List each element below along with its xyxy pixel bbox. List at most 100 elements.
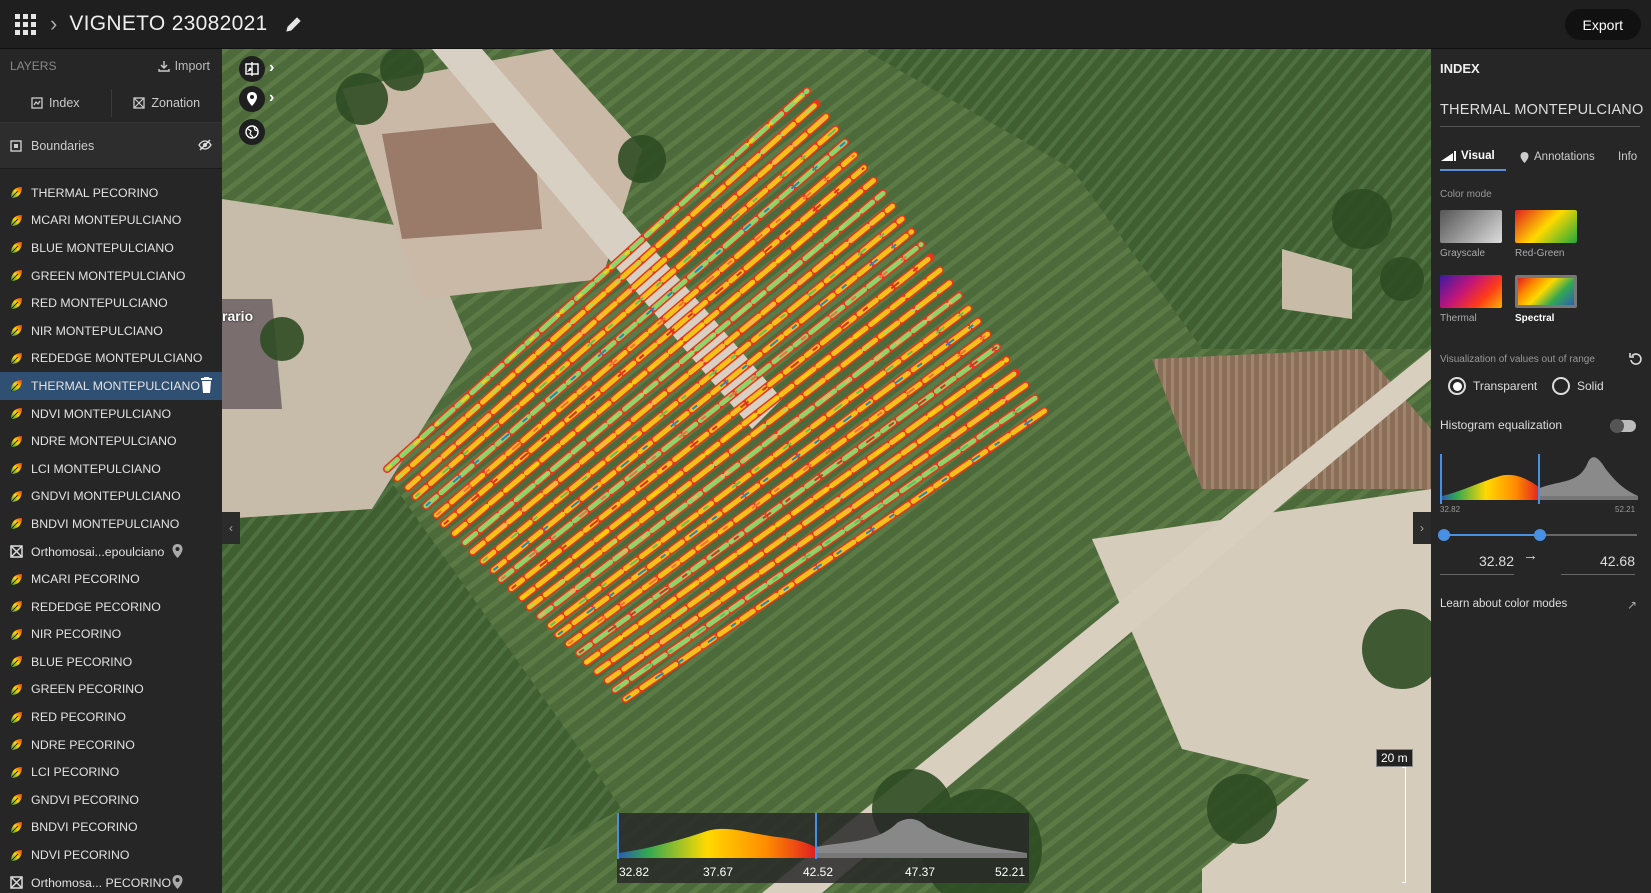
- color-mode-grayscale[interactable]: [1440, 210, 1502, 243]
- boundaries-layer[interactable]: Boundaries: [0, 123, 222, 169]
- pencil-icon[interactable]: [284, 14, 304, 34]
- compare-chevron-icon[interactable]: ›: [269, 59, 274, 77]
- radio-transparent[interactable]: Transparent: [1448, 377, 1537, 395]
- map-view[interactable]: › › rario ‹ › 20 m 32.82 37.67 42.52 47.…: [222, 49, 1431, 893]
- layer-label: THERMAL MONTEPULCIANO: [31, 378, 200, 393]
- reset-icon[interactable]: [1629, 352, 1643, 366]
- layer-item[interactable]: GREEN PECORINO: [0, 676, 222, 704]
- layer-item[interactable]: NIR MONTEPULCIANO: [0, 317, 222, 345]
- color-mode-red-green-label: Red-Green: [1515, 248, 1565, 259]
- location-button[interactable]: [239, 86, 265, 112]
- range-max-handle[interactable]: [1534, 529, 1546, 541]
- color-mode-label: Color mode: [1440, 189, 1492, 200]
- export-button[interactable]: Export: [1564, 9, 1641, 40]
- leaf-index-icon: [10, 573, 22, 585]
- tab-index[interactable]: Index: [0, 89, 111, 117]
- layer-item[interactable]: NDVI MONTEPULCIANO: [0, 400, 222, 428]
- layer-item[interactable]: MCARI PECORINO: [0, 565, 222, 593]
- chevron-right-icon: ›: [1420, 521, 1424, 535]
- learn-color-modes-link[interactable]: Learn about color modes: [1440, 598, 1567, 610]
- layer-item[interactable]: MCARI MONTEPULCIANO: [0, 207, 222, 235]
- layer-item[interactable]: RED PECORINO: [0, 703, 222, 731]
- import-icon: [157, 61, 170, 72]
- tab-annotations-label: Annotations: [1534, 151, 1595, 163]
- layer-label: BNDVI PECORINO: [31, 820, 138, 835]
- range-max-input[interactable]: 42.68: [1561, 553, 1635, 575]
- color-mode-thermal[interactable]: [1440, 275, 1502, 308]
- histogram-eq-label: Histogram equalization: [1440, 418, 1563, 432]
- panel-hist-min: 32.82: [1440, 505, 1461, 514]
- histogram-eq-toggle[interactable]: [1610, 419, 1636, 433]
- layer-label: Orthomosai...epoulciano: [31, 544, 165, 559]
- layer-item[interactable]: Orthomosa... PECORINO: [0, 869, 222, 893]
- breadcrumb-chevron-icon: ›: [50, 11, 58, 36]
- layer-item[interactable]: LCI PECORINO: [0, 758, 222, 786]
- layer-item[interactable]: BLUE PECORINO: [0, 648, 222, 676]
- orthomosaic-icon: [10, 545, 23, 558]
- leaf-index-icon: [10, 849, 22, 861]
- layer-label: MCARI MONTEPULCIANO: [31, 213, 182, 228]
- layer-label: NDVI MONTEPULCIANO: [31, 406, 172, 421]
- import-button[interactable]: Import: [157, 59, 210, 73]
- range-slider-track[interactable]: [1438, 529, 1637, 541]
- leaf-index-icon: [10, 794, 22, 806]
- apps-grid-icon: [14, 13, 36, 35]
- layer-item[interactable]: NDVI PECORINO: [0, 841, 222, 869]
- layer-item[interactable]: NDRE MONTEPULCIANO: [0, 427, 222, 455]
- color-mode-spectral[interactable]: [1515, 275, 1577, 308]
- leaf-index-icon: [10, 628, 22, 641]
- basemap-button[interactable]: [239, 119, 265, 145]
- layer-item[interactable]: REDEDGE MONTEPULCIANO: [0, 345, 222, 373]
- index-panel: INDEX THERMAL MONTEPULCIANO Visual Annot…: [1431, 49, 1651, 893]
- eye-off-icon[interactable]: [198, 139, 212, 151]
- layer-item[interactable]: NDRE PECORINO: [0, 731, 222, 759]
- external-link-icon[interactable]: ↗: [1627, 598, 1637, 612]
- leaf-index-icon: [10, 463, 22, 475]
- layer-item[interactable]: GREEN MONTEPULCIANO: [0, 262, 222, 290]
- layer-item[interactable]: RED MONTEPULCIANO: [0, 289, 222, 317]
- color-mode-red-green[interactable]: [1515, 210, 1577, 243]
- layer-item[interactable]: BLUE MONTEPULCIANO: [0, 234, 222, 262]
- trash-icon[interactable]: [200, 377, 213, 394]
- collapse-left-panel-button[interactable]: ‹: [222, 512, 240, 544]
- location-chevron-icon[interactable]: ›: [269, 89, 274, 107]
- layer-label: THERMAL PECORINO: [31, 185, 159, 200]
- range-min-input[interactable]: 32.82: [1440, 553, 1514, 575]
- layer-item[interactable]: THERMAL MONTEPULCIANO: [0, 372, 222, 400]
- layer-item[interactable]: LCI MONTEPULCIANO: [0, 455, 222, 483]
- panel-hist-max: 52.21: [1615, 505, 1636, 514]
- globe-icon: [245, 125, 259, 139]
- range-min-handle[interactable]: [1438, 529, 1450, 541]
- layer-label: LCI MONTEPULCIANO: [31, 461, 161, 476]
- layer-label: BLUE PECORINO: [31, 654, 133, 669]
- layer-label: NDRE PECORINO: [31, 737, 135, 752]
- leaf-index-icon: [10, 352, 22, 365]
- panel-histogram-graph: [1440, 454, 1638, 504]
- map-pin-icon[interactable]: [172, 543, 183, 558]
- layer-item[interactable]: NIR PECORINO: [0, 621, 222, 649]
- radio-solid-label: Solid: [1577, 379, 1604, 393]
- layer-item[interactable]: BNDVI PECORINO: [0, 814, 222, 842]
- tab-info[interactable]: Info: [1618, 143, 1637, 171]
- tab-visual[interactable]: Visual: [1440, 143, 1506, 171]
- layer-item[interactable]: THERMAL PECORINO: [0, 179, 222, 207]
- collapse-right-panel-button[interactable]: ›: [1413, 512, 1431, 544]
- layer-item[interactable]: GNDVI PECORINO: [0, 786, 222, 814]
- arrow-right-icon: →: [1523, 547, 1538, 564]
- map-pin-icon[interactable]: [172, 874, 183, 889]
- apps-grid-button[interactable]: [0, 0, 50, 49]
- radio-solid[interactable]: Solid: [1552, 377, 1604, 395]
- tab-annotations[interactable]: Annotations: [1520, 143, 1595, 171]
- layer-item[interactable]: BNDVI MONTEPULCIANO: [0, 510, 222, 538]
- tab-zonation[interactable]: Zonation: [110, 88, 223, 117]
- map-pin-icon: [247, 92, 257, 106]
- out-of-range-label: Visualization of values out of range: [1440, 354, 1595, 365]
- compare-icon: [245, 62, 259, 76]
- range-slider-fill: [1443, 534, 1539, 536]
- layer-item[interactable]: GNDVI MONTEPULCIANO: [0, 483, 222, 511]
- map-histogram-graph: [617, 813, 1027, 859]
- layer-item[interactable]: Orthomosai...epoulciano: [0, 538, 222, 566]
- layers-header: LAYERS Import: [0, 49, 222, 83]
- compare-button[interactable]: [239, 56, 265, 82]
- layer-item[interactable]: REDEDGE PECORINO: [0, 593, 222, 621]
